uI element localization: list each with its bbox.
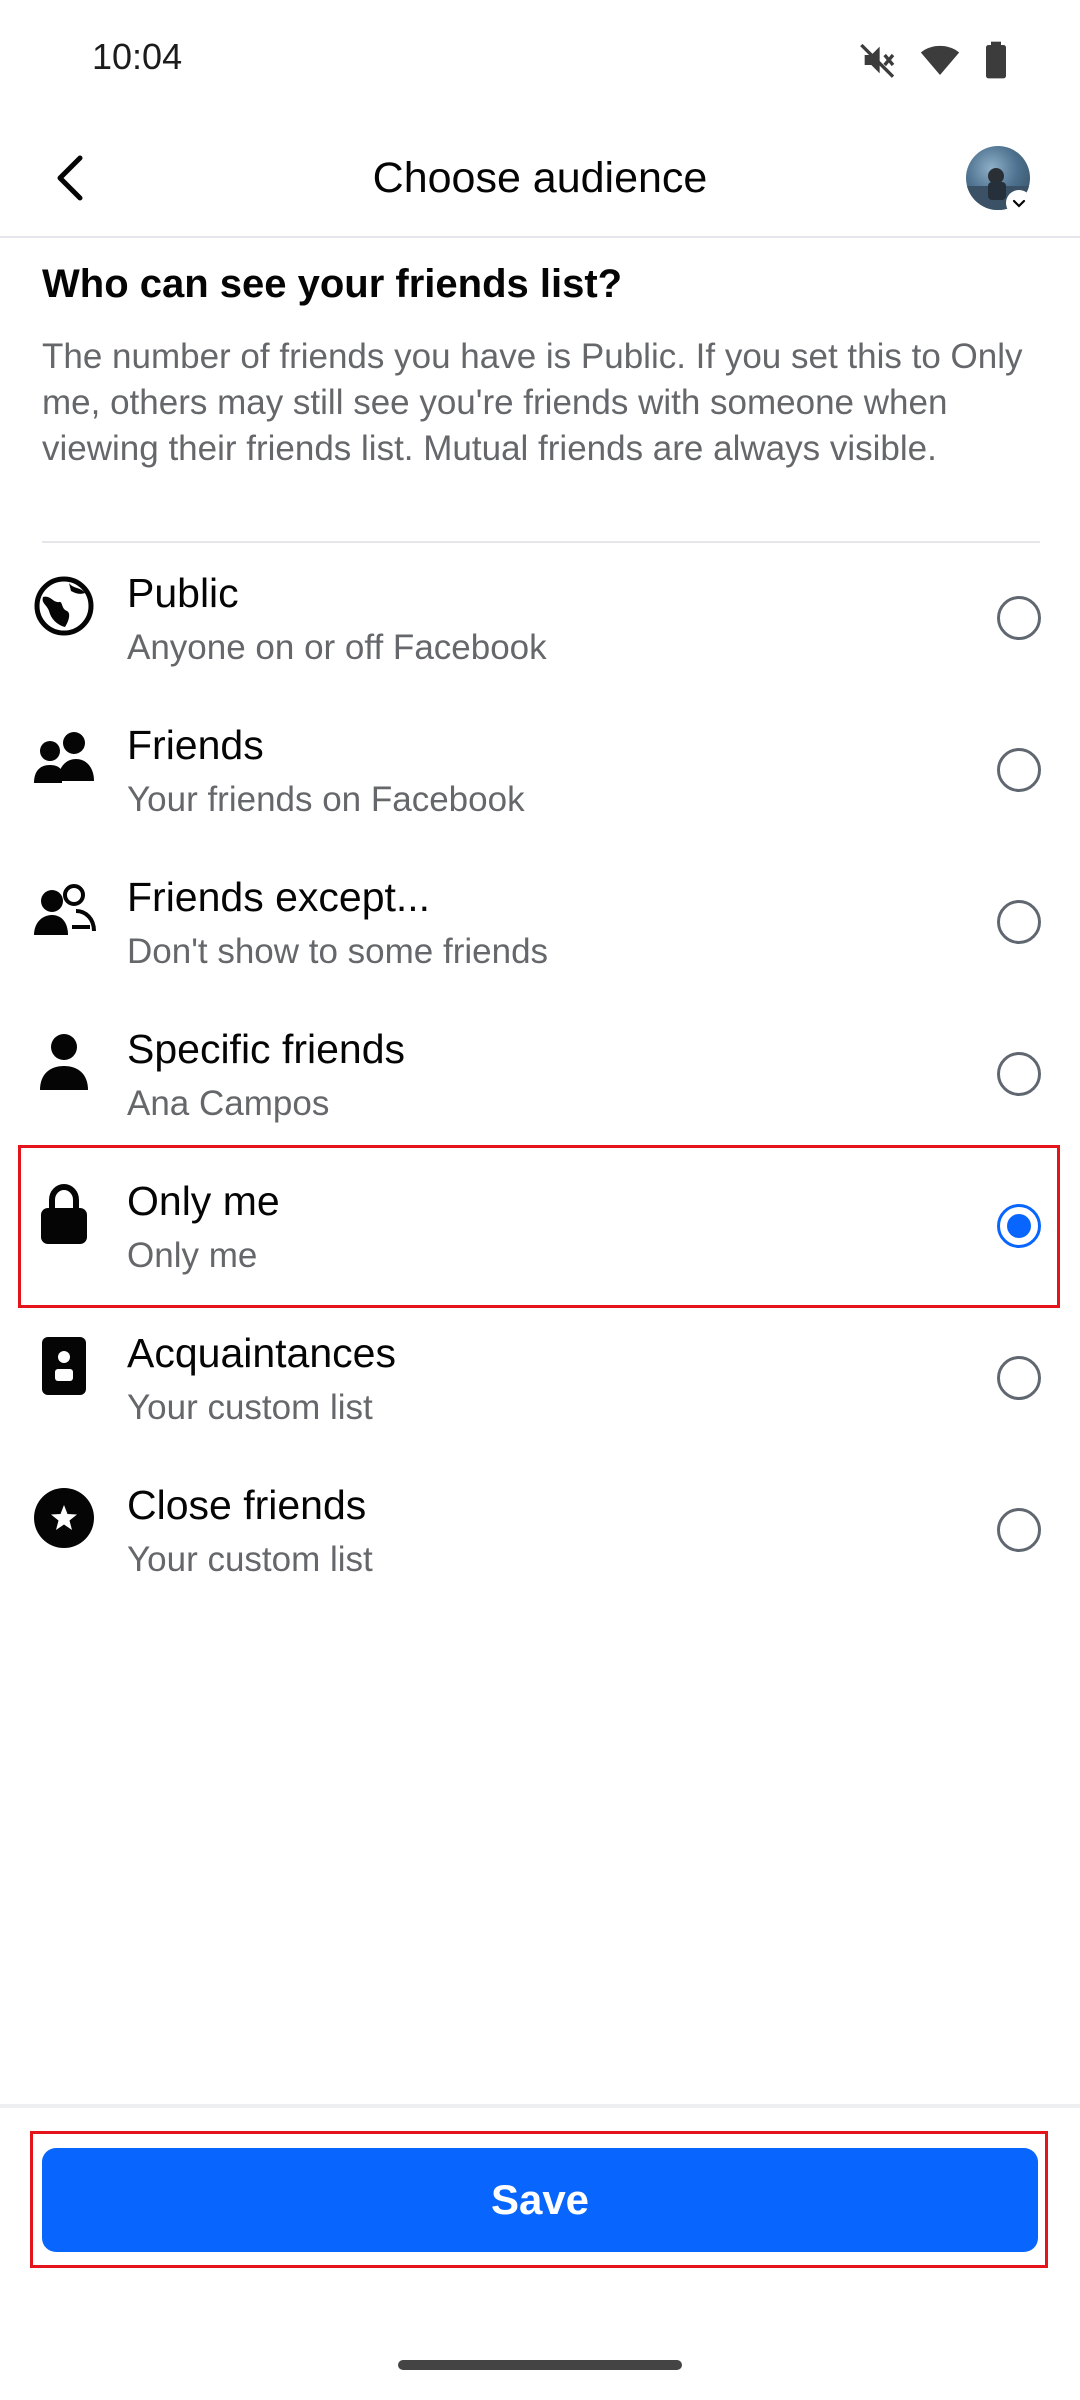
status-icons — [858, 40, 1010, 85]
option-friends[interactable]: Friends Your friends on Facebook — [0, 704, 1080, 856]
option-title: Close friends — [127, 1482, 367, 1528]
option-subtitle: Don't show to some friends — [127, 932, 549, 971]
section-description: The number of friends you have is Public… — [42, 337, 1023, 468]
radio-button[interactable] — [997, 900, 1041, 944]
mute-icon — [858, 40, 898, 85]
page-title: Choose audience — [372, 154, 708, 202]
chevron-down-icon[interactable] — [1006, 190, 1032, 216]
option-subtitle: Ana Campos — [127, 1084, 330, 1123]
globe-icon — [30, 572, 98, 640]
option-close-friends[interactable]: Close friends Your custom list — [0, 1464, 1080, 1616]
option-specific-friends[interactable]: Specific friends Ana Campos — [0, 1008, 1080, 1160]
divider — [42, 541, 1040, 543]
option-title: Specific friends — [127, 1026, 406, 1072]
option-subtitle: Anyone on or off Facebook — [127, 628, 547, 667]
footer-divider — [0, 2104, 1080, 2108]
home-indicator[interactable] — [398, 2360, 682, 2370]
option-title: Friends — [127, 722, 264, 768]
radio-button[interactable] — [997, 748, 1041, 792]
option-title: Friends except... — [127, 874, 431, 920]
star-circle-icon — [30, 1484, 98, 1552]
option-title: Acquaintances — [127, 1330, 396, 1376]
radio-button[interactable] — [997, 1052, 1041, 1096]
save-highlight — [30, 2131, 1048, 2268]
battery-icon — [982, 40, 1010, 85]
option-public[interactable]: Public Anyone on or off Facebook — [0, 552, 1080, 704]
option-acquaintances[interactable]: Acquaintances Your custom list — [0, 1312, 1080, 1464]
option-subtitle: Your friends on Facebook — [127, 780, 525, 819]
audience-options-list: Public Anyone on or off Facebook Friends… — [0, 552, 1080, 1616]
option-title: Public — [127, 570, 239, 616]
section-heading: Who can see your friends list? — [42, 262, 623, 306]
status-time: 10:04 — [92, 36, 183, 77]
selection-highlight — [18, 1145, 1060, 1308]
friends-icon — [30, 724, 98, 792]
id-badge-icon — [30, 1332, 98, 1400]
wifi-icon — [920, 40, 960, 85]
status-bar: 10:04 — [0, 0, 1080, 120]
person-icon — [30, 1028, 98, 1096]
option-subtitle: Your custom list — [127, 1388, 373, 1427]
header-bar: Choose audience — [0, 120, 1080, 238]
radio-button[interactable] — [997, 1508, 1041, 1552]
radio-button[interactable] — [997, 596, 1041, 640]
radio-button[interactable] — [997, 1356, 1041, 1400]
option-subtitle: Your custom list — [127, 1540, 373, 1579]
option-friends-except[interactable]: Friends except... Don't show to some fri… — [0, 856, 1080, 1008]
friends-except-icon — [30, 876, 98, 944]
